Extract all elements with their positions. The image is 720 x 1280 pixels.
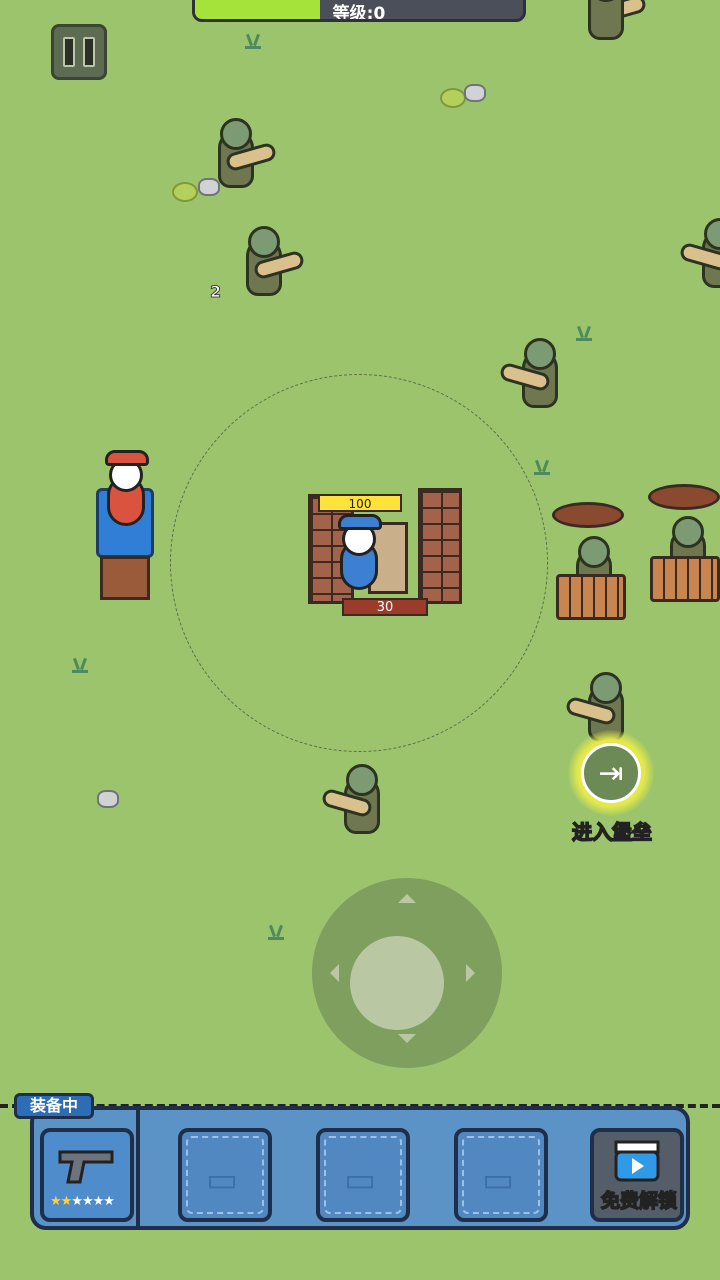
spawn-hole (552, 502, 624, 528)
weapon-bar: ★★★★★★ ▭ ▭ ▭ 免费解锁 (30, 1106, 690, 1230)
bush (172, 182, 198, 202)
zombie-enemy (236, 226, 306, 304)
level-label: 等级:0 (332, 4, 386, 22)
video-clapper-icon (614, 1140, 660, 1182)
rock (464, 84, 486, 102)
player-police-character (336, 514, 382, 590)
bush (440, 88, 466, 108)
rock (97, 790, 119, 808)
weapon-bar-separator (136, 1110, 140, 1226)
star-icon: ★ (81, 1194, 94, 1209)
guard-tower (94, 448, 158, 600)
enter-fortress-label: 进入堡垒 (571, 819, 653, 845)
weapon-slot-locked[interactable]: ▭ (454, 1128, 548, 1222)
equipped-badge: 装备中 (14, 1093, 94, 1119)
revolver-silhouette-icon: ▭ (344, 1160, 377, 1200)
star-icon: ★ (103, 1194, 115, 1209)
grass-tuft (245, 34, 261, 49)
fortress-wall-right (418, 488, 462, 604)
damage-number: 2 (210, 282, 222, 302)
exit-door-icon: ⇥ (581, 743, 641, 803)
grass-tuft (268, 925, 284, 940)
joystick-right-arrow-icon (466, 964, 475, 982)
zombie-enemy (678, 218, 720, 296)
zombie-enemy (578, 0, 648, 48)
pistol-icon (58, 1150, 114, 1184)
star-icon: ★ (71, 1194, 83, 1209)
joystick-knob[interactable] (350, 936, 444, 1030)
joystick-left-arrow-icon (330, 964, 339, 982)
grass-tuft (534, 460, 550, 475)
star-icon: ★ (92, 1194, 105, 1209)
spawn-hole (648, 484, 720, 510)
enter-fortress-button[interactable]: ⇥ (568, 730, 654, 816)
zombie-enemy (320, 764, 404, 842)
level-progress-bar: 等级:0 (192, 0, 526, 22)
pause-icon (63, 37, 75, 67)
pause-button[interactable] (51, 24, 107, 80)
weapon-slot-locked[interactable]: ▭ (178, 1128, 272, 1222)
ammo-counter: 30 (342, 598, 428, 616)
joystick-down-arrow-icon (398, 1034, 416, 1043)
grass-tuft (72, 658, 88, 673)
revolver-silhouette-icon: ▭ (206, 1160, 239, 1200)
free-unlock-label: 免费解锁 (600, 1189, 678, 1213)
revolver-silhouette-icon: ▭ (482, 1160, 515, 1200)
star-icon: ★ (60, 1194, 73, 1209)
zombie-enemy (208, 118, 278, 196)
fortress: 100 30 (308, 488, 462, 616)
free-unlock-slot[interactable]: 免费解锁 (590, 1128, 684, 1222)
weapon-slot-equipped[interactable]: ★★★★★★ (40, 1128, 134, 1222)
wooden-fence (650, 556, 720, 602)
wooden-fence (556, 574, 626, 620)
virtual-joystick[interactable] (312, 878, 502, 1068)
weapon-slot-locked[interactable]: ▭ (316, 1128, 410, 1222)
weapon-star-rating: ★★★★★★ (50, 1194, 115, 1209)
zombie-enemy (498, 338, 582, 416)
fortress-hp-bar: 100 (318, 494, 402, 512)
tower-gunner (103, 450, 149, 526)
pause-icon (83, 37, 95, 67)
tower-legs (100, 556, 150, 600)
star-icon: ★ (50, 1194, 62, 1209)
joystick-up-arrow-icon (398, 894, 416, 903)
